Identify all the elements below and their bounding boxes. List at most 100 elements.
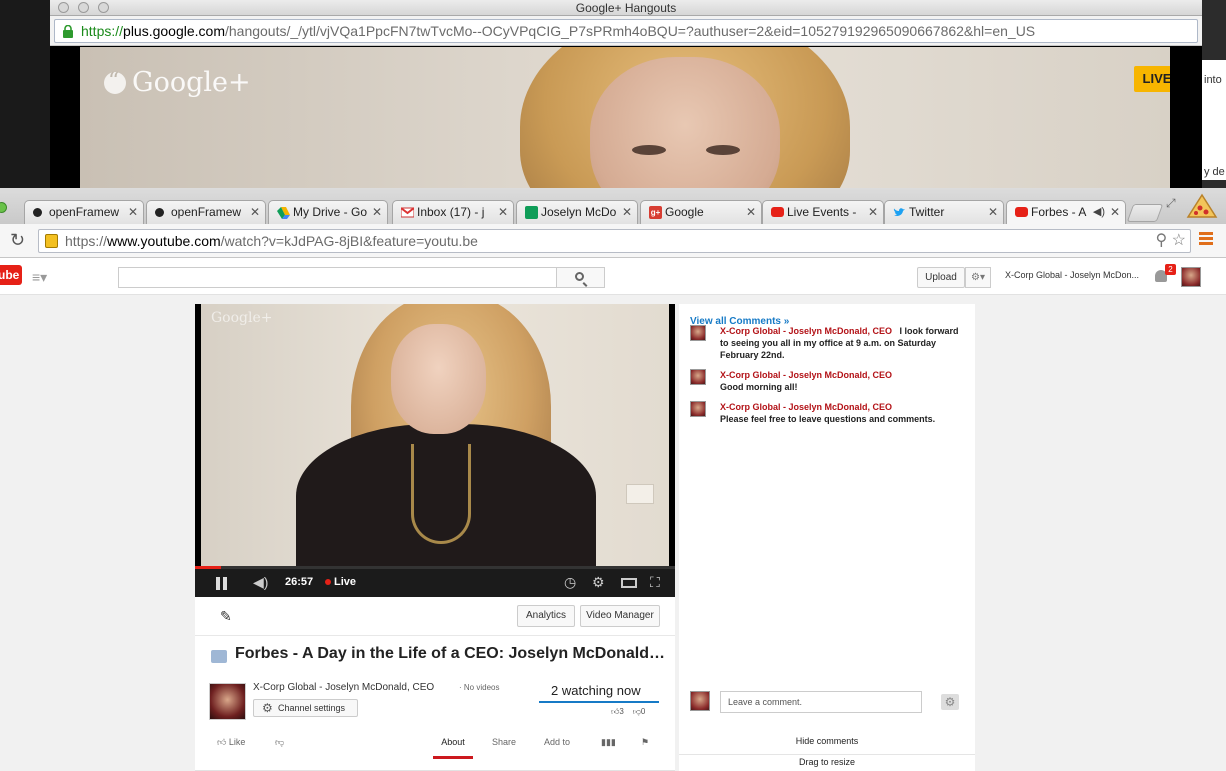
url-scheme: https:// bbox=[81, 23, 124, 39]
tab-live-events[interactable]: Live Events - ✕ bbox=[762, 200, 884, 224]
close-tab-icon[interactable]: ✕ bbox=[988, 201, 998, 223]
mixed-content-lock-icon[interactable] bbox=[45, 234, 58, 248]
hangouts-url-field[interactable]: https://plus.google.com/hangouts/_/ytl/v… bbox=[54, 19, 1198, 43]
chrome-menu-icon[interactable] bbox=[1199, 232, 1213, 246]
search-icon bbox=[575, 272, 584, 281]
twitter-icon bbox=[893, 208, 905, 216]
tab-gmail-inbox[interactable]: Inbox (17) - j ✕ bbox=[392, 200, 514, 224]
tab-google-plus[interactable]: g+ Google ✕ bbox=[640, 200, 762, 224]
presenter-necklace bbox=[411, 444, 471, 544]
comment-author[interactable]: X-Corp Global - Joselyn McDonald, CEO bbox=[720, 402, 892, 412]
account-avatar[interactable] bbox=[1181, 267, 1201, 287]
dislike-button[interactable]: 👎︎ bbox=[275, 737, 284, 748]
video-frame[interactable]: Google+ bbox=[201, 304, 669, 566]
channel-name[interactable]: X-Corp Global - Joselyn McDonald, CEO bbox=[253, 682, 434, 693]
video-player[interactable]: Google+ ◀) 26:57 Live ◷ ⚙ ⛶ bbox=[195, 304, 675, 597]
close-tab-icon[interactable]: ✕ bbox=[250, 201, 260, 223]
close-tab-icon[interactable]: ✕ bbox=[746, 201, 756, 223]
live-indicator[interactable]: Live bbox=[325, 576, 356, 588]
tab-label: Joselyn McDo bbox=[541, 205, 617, 219]
search-icon[interactable]: ⚲ bbox=[1155, 232, 1167, 249]
thumbs-down-icon: 👎︎ bbox=[275, 737, 285, 747]
account-name[interactable]: X-Corp Global - Joselyn McDon... bbox=[1005, 270, 1139, 280]
gmail-icon bbox=[401, 207, 414, 218]
reload-icon[interactable]: ↻ bbox=[10, 230, 25, 251]
channel-thumbnail[interactable] bbox=[209, 683, 246, 720]
channel-settings-button[interactable]: Channel settings bbox=[253, 699, 358, 717]
new-tab-button[interactable] bbox=[1126, 204, 1164, 222]
tab-twitter[interactable]: Twitter ✕ bbox=[884, 200, 1004, 224]
upload-button[interactable]: Upload bbox=[917, 267, 965, 288]
url-host: www.youtube.com bbox=[107, 233, 221, 249]
stats-icon[interactable]: ▮▮▮ bbox=[601, 737, 616, 748]
tab-share[interactable]: Share bbox=[492, 737, 516, 747]
video-manager-button[interactable]: Video Manager bbox=[580, 605, 660, 627]
close-tab-icon[interactable]: ✕ bbox=[498, 201, 508, 223]
google-plus-icon: g+ bbox=[649, 206, 662, 219]
clock-icon[interactable]: ◷ bbox=[564, 574, 576, 591]
tab-openframeworks-1[interactable]: openFramew ✕ bbox=[24, 200, 144, 224]
chat-settings-gear-icon[interactable]: ⚙ bbox=[941, 694, 959, 710]
tab-forbes-active[interactable]: Forbes - A ◀) ✕ bbox=[1006, 200, 1126, 224]
url-host: plus.google.com bbox=[123, 23, 225, 39]
fullscreen-icon[interactable]: ⤢ bbox=[1166, 196, 1176, 211]
close-tab-icon[interactable]: ✕ bbox=[622, 201, 632, 223]
pause-icon[interactable] bbox=[216, 577, 228, 590]
thumbs-down-icon: 👎︎ bbox=[632, 707, 641, 716]
background-text: into bbox=[1204, 74, 1222, 86]
drag-to-resize-handle[interactable]: Drag to resize bbox=[679, 754, 975, 767]
comment-text: Good morning all! bbox=[720, 382, 798, 392]
settings-gear-icon[interactable]: ⚙ bbox=[592, 574, 605, 591]
youtube-logo[interactable]: ube bbox=[0, 265, 22, 285]
search-input[interactable] bbox=[118, 267, 557, 288]
player-controls: ◀) 26:57 Live ◷ ⚙ ⛶ bbox=[195, 569, 675, 597]
comment-body: X-Corp Global - Joselyn McDonald, CEO I … bbox=[720, 325, 960, 361]
tab-label: Twitter bbox=[909, 205, 945, 219]
analytics-button[interactable]: Analytics bbox=[517, 605, 575, 627]
like-dislike-counts: 👍︎3 👎︎0 bbox=[611, 707, 645, 717]
tab-label: Google bbox=[665, 205, 704, 219]
zoom-window-button[interactable] bbox=[0, 202, 7, 213]
my-avatar bbox=[690, 691, 710, 711]
close-tab-icon[interactable]: ✕ bbox=[372, 201, 382, 223]
comment-input[interactable]: Leave a comment. bbox=[720, 691, 922, 713]
hangouts-window: Google+ Hangouts https://plus.google.com… bbox=[50, 0, 1202, 190]
tab-google-sheet[interactable]: Joselyn McDo ✕ bbox=[516, 200, 638, 224]
like-button[interactable]: 👍︎ Like bbox=[217, 737, 245, 748]
fullscreen-icon[interactable]: ⛶ bbox=[650, 574, 660, 591]
bookmark-star-icon[interactable]: ☆ bbox=[1172, 232, 1186, 249]
hide-comments-button[interactable]: Hide comments bbox=[679, 736, 975, 746]
commenter-avatar[interactable] bbox=[690, 325, 706, 341]
address-bar[interactable]: https://www.youtube.com/watch?v=kJdPAG-8… bbox=[38, 229, 1191, 253]
omnibox-actions: ⚲ ☆ bbox=[1155, 230, 1186, 252]
tab-label: My Drive - Go bbox=[293, 205, 368, 219]
background-panel: into y de bbox=[1202, 60, 1226, 180]
theater-mode-icon[interactable] bbox=[621, 578, 637, 588]
volume-icon[interactable]: ◀) bbox=[253, 574, 268, 591]
comment-author[interactable]: X-Corp Global - Joselyn McDonald, CEO bbox=[720, 370, 892, 380]
tab-google-drive[interactable]: My Drive - Go ✕ bbox=[268, 200, 388, 224]
youtube-page: ube ≡▾ Upload ⚙▾ X-Corp Global - Joselyn… bbox=[0, 258, 1226, 771]
tab-about[interactable]: About bbox=[433, 731, 473, 759]
tab-openframeworks-2[interactable]: openFramew ✕ bbox=[146, 200, 266, 224]
tab-add-to[interactable]: Add to bbox=[544, 737, 570, 747]
commenter-avatar[interactable] bbox=[690, 401, 706, 417]
youtube-icon bbox=[1015, 207, 1028, 217]
search-button[interactable] bbox=[556, 267, 605, 288]
tab-label: Forbes - A bbox=[1031, 205, 1087, 219]
upload-options-button[interactable]: ⚙▾ bbox=[965, 267, 991, 288]
close-tab-icon[interactable]: ✕ bbox=[1110, 201, 1120, 223]
pizza-extension-icon[interactable] bbox=[1186, 193, 1218, 219]
commenter-avatar[interactable] bbox=[690, 369, 706, 385]
report-flag-icon[interactable]: ⚑ bbox=[641, 737, 649, 748]
close-tab-icon[interactable]: ✕ bbox=[128, 201, 138, 223]
video-title: Forbes - A Day in the Life of a CEO: Jos… bbox=[235, 645, 665, 662]
guide-menu-icon[interactable]: ≡▾ bbox=[32, 269, 47, 286]
comment-author[interactable]: X-Corp Global - Joselyn McDonald, CEO bbox=[720, 326, 892, 336]
close-tab-icon[interactable]: ✕ bbox=[868, 201, 878, 223]
hangouts-icon bbox=[104, 69, 126, 94]
divider bbox=[195, 635, 675, 636]
comment-body: X-Corp Global - Joselyn McDonald, CEO Goo… bbox=[720, 369, 960, 393]
background-window-edge: into y de bbox=[1202, 0, 1226, 190]
edit-pencil-icon[interactable]: ✎ bbox=[220, 608, 232, 625]
